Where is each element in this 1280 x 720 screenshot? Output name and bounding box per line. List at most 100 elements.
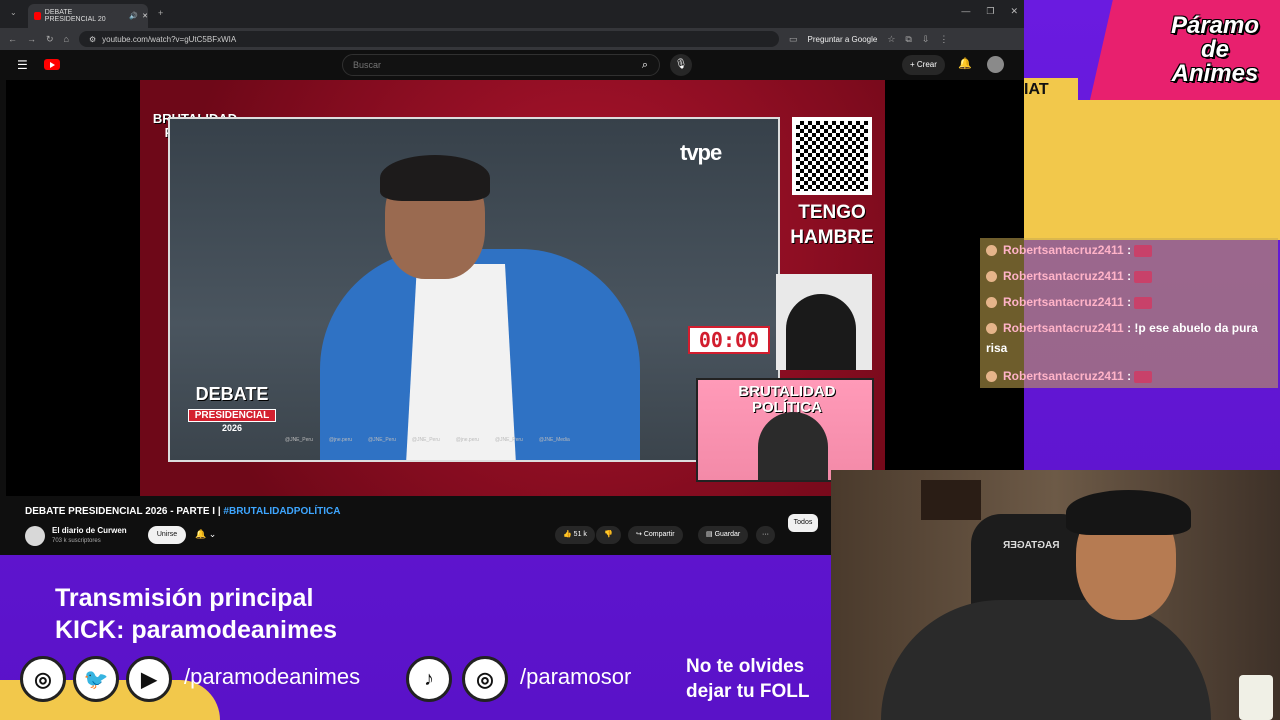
reload-icon[interactable]: ↻ — [46, 34, 54, 45]
qr-caption: TENGO HAMBRE — [790, 202, 874, 248]
debate-presidencial-logo: DEBATE PRESIDENCIAL 2026 — [184, 384, 280, 433]
address-bar-row: ← → ↻ ⌂ ⚙ youtube.com/watch?v=gUtC5BFxWI… — [0, 28, 1024, 50]
logo-line-1: Páramo — [1170, 12, 1260, 39]
voice-search-icon[interactable]: 🎙 — [670, 54, 692, 76]
maximize-icon[interactable]: ❐ — [986, 6, 994, 17]
tab-menu-icon[interactable]: ⌄ — [10, 8, 17, 17]
tvpe-logo: tvpe — [680, 140, 722, 165]
channel-avatar[interactable] — [25, 526, 45, 546]
like-button[interactable]: 👍 51 k — [555, 526, 595, 544]
forward-icon[interactable]: → — [27, 34, 36, 44]
chat-panel: Robertsantacruz2411 : Robertsantacruz241… — [980, 238, 1278, 388]
search-icon[interactable]: ⌕ — [630, 54, 660, 76]
url-field[interactable]: ⚙ youtube.com/watch?v=gUtC5BFxWIA — [78, 31, 779, 47]
home-icon[interactable]: ⌂ — [64, 34, 69, 44]
bookmark-star-icon[interactable]: ☆ — [887, 34, 895, 45]
hamburger-menu-icon[interactable]: ☰ — [17, 58, 28, 72]
youtube-favicon-icon — [34, 12, 41, 20]
jne-handle: @JNE_Media — [538, 437, 570, 443]
candidate-shirt — [406, 264, 516, 460]
cup — [1239, 675, 1273, 720]
debate-timer: 00:00 — [688, 326, 770, 354]
save-button[interactable]: ▤ Guardar — [698, 526, 749, 544]
jne-handle: @JNE_Peru — [285, 437, 313, 443]
jne-handle: @JNE_Peru — [411, 437, 440, 443]
join-button[interactable]: Unirse — [148, 526, 186, 544]
follow-line-1: No te olvides — [686, 656, 805, 677]
social-handle-2: /paramosor — [520, 664, 632, 689]
mini-cam-person — [758, 412, 828, 480]
main-stream-info: Transmisión principal KICK: paramodeanim… — [55, 582, 337, 646]
cast-icon[interactable]: ▭ — [789, 34, 798, 45]
qr-pattern — [796, 121, 868, 191]
browser-menu-icon[interactable]: ⋮ — [939, 34, 948, 45]
browser-tab-active[interactable]: DEBATE PRESIDENCIAL 20 🔊 ✕ — [28, 4, 148, 28]
channel-logo: Páramo de Animes — [1150, 14, 1280, 86]
thumbs-down-icon: 👎 — [604, 531, 613, 538]
youtube-logo-icon[interactable] — [44, 59, 60, 70]
url-text: youtube.com/watch?v=gUtC5BFxWIA — [102, 34, 237, 44]
search-input[interactable] — [342, 54, 660, 76]
emote-icon — [1134, 296, 1153, 309]
tab-bar: ⌄ DEBATE PRESIDENCIAL 20 🔊 ✕ + — ❐ ✕ — [0, 0, 1024, 28]
channel-subscriber-count: 703 k suscriptores — [52, 538, 101, 544]
extensions-icon[interactable]: ⧉ — [905, 34, 911, 45]
more-actions-button[interactable]: ··· — [756, 526, 775, 544]
create-button[interactable]: + Crear — [902, 55, 945, 75]
emote-icon — [1134, 370, 1153, 383]
user-badge-icon — [986, 323, 997, 335]
instagram-icon: ◎ — [20, 656, 66, 702]
streamer-body — [881, 600, 1211, 720]
share-button[interactable]: ↪ Compartir — [628, 526, 683, 544]
channel-name[interactable]: El diario de Curwen — [52, 526, 127, 535]
dislike-button[interactable]: 👎 — [596, 526, 621, 544]
notifications-bell-icon[interactable]: 🔔 — [958, 57, 972, 70]
window-close-icon[interactable]: ✕ — [1010, 6, 1018, 17]
user-badge-icon — [986, 297, 997, 309]
site-info-icon[interactable]: ⚙ — [89, 35, 96, 44]
tab-close-icon[interactable]: ✕ — [142, 12, 148, 20]
youtube-icon: ▶ — [126, 656, 172, 702]
chat-separator: : — [1123, 269, 1135, 283]
jne-handles-strip: @JNE_Peru @jne.peru @JNE_Peru @JNE_Peru … — [285, 434, 645, 446]
thumbs-up-icon: 👍 — [563, 531, 572, 538]
main-stream-line-1: Transmisión principal — [55, 584, 314, 612]
chat-username: Robertsantacruz2411 — [1003, 321, 1124, 335]
candidate-hair — [380, 155, 490, 201]
follow-reminder: No te olvides dejar tu FOLL — [686, 654, 831, 704]
chat-separator: : — [1123, 295, 1135, 309]
video-hashtag-link[interactable]: #BRUTALIDADPOLÍTICA — [223, 506, 340, 517]
chat-message: Robertsantacruz2411 : — [986, 240, 1276, 260]
streamer-mini-cam: BRUTALIDAD POLÍTICA — [696, 378, 874, 482]
like-count: 51 k — [573, 531, 587, 538]
tab-title: DEBATE PRESIDENCIAL 20 — [44, 9, 106, 23]
debate-logo-line-1: DEBATE — [195, 384, 269, 404]
logo-line-3: Animes — [1171, 60, 1259, 87]
download-icon[interactable]: ⇩ — [922, 34, 930, 45]
user-avatar[interactable] — [987, 56, 1004, 73]
jne-handle: @JNE_Peru — [494, 437, 523, 443]
chat-separator: : — [1123, 321, 1135, 335]
sign-language-interpreter — [776, 274, 872, 370]
chat-tab-label: IAT — [1024, 78, 1078, 100]
new-tab-icon[interactable]: + — [158, 8, 163, 18]
filter-chip-all[interactable]: Todos — [788, 514, 818, 532]
tiktok-icon: ♪ — [406, 656, 452, 702]
user-badge-icon — [986, 271, 997, 283]
user-badge-icon — [986, 245, 997, 257]
chat-message: Robertsantacruz2411 : — [986, 366, 1276, 386]
save-icon: ▤ — [706, 531, 713, 538]
share-icon: ↪ — [636, 531, 642, 538]
minimize-icon[interactable]: — — [961, 6, 970, 17]
emote-icon — [1134, 270, 1153, 283]
chat-message: Robertsantacruz2411 : !p ese abuelo da p… — [986, 318, 1276, 358]
subscription-bell-icon[interactable]: 🔔 ⌄ — [195, 529, 216, 540]
follow-line-2: dejar tu FOLL — [686, 681, 810, 702]
mini-cam-title: BRUTALIDAD POLÍTICA — [738, 383, 836, 416]
ask-google-button[interactable]: Preguntar a Google — [808, 35, 878, 44]
chat-username: Robertsantacruz2411 — [1003, 369, 1124, 383]
share-label: Compartir — [643, 531, 675, 538]
qr-code — [792, 117, 872, 195]
back-icon[interactable]: ← — [8, 34, 17, 44]
jne-handle: @JNE_Peru — [368, 437, 396, 443]
